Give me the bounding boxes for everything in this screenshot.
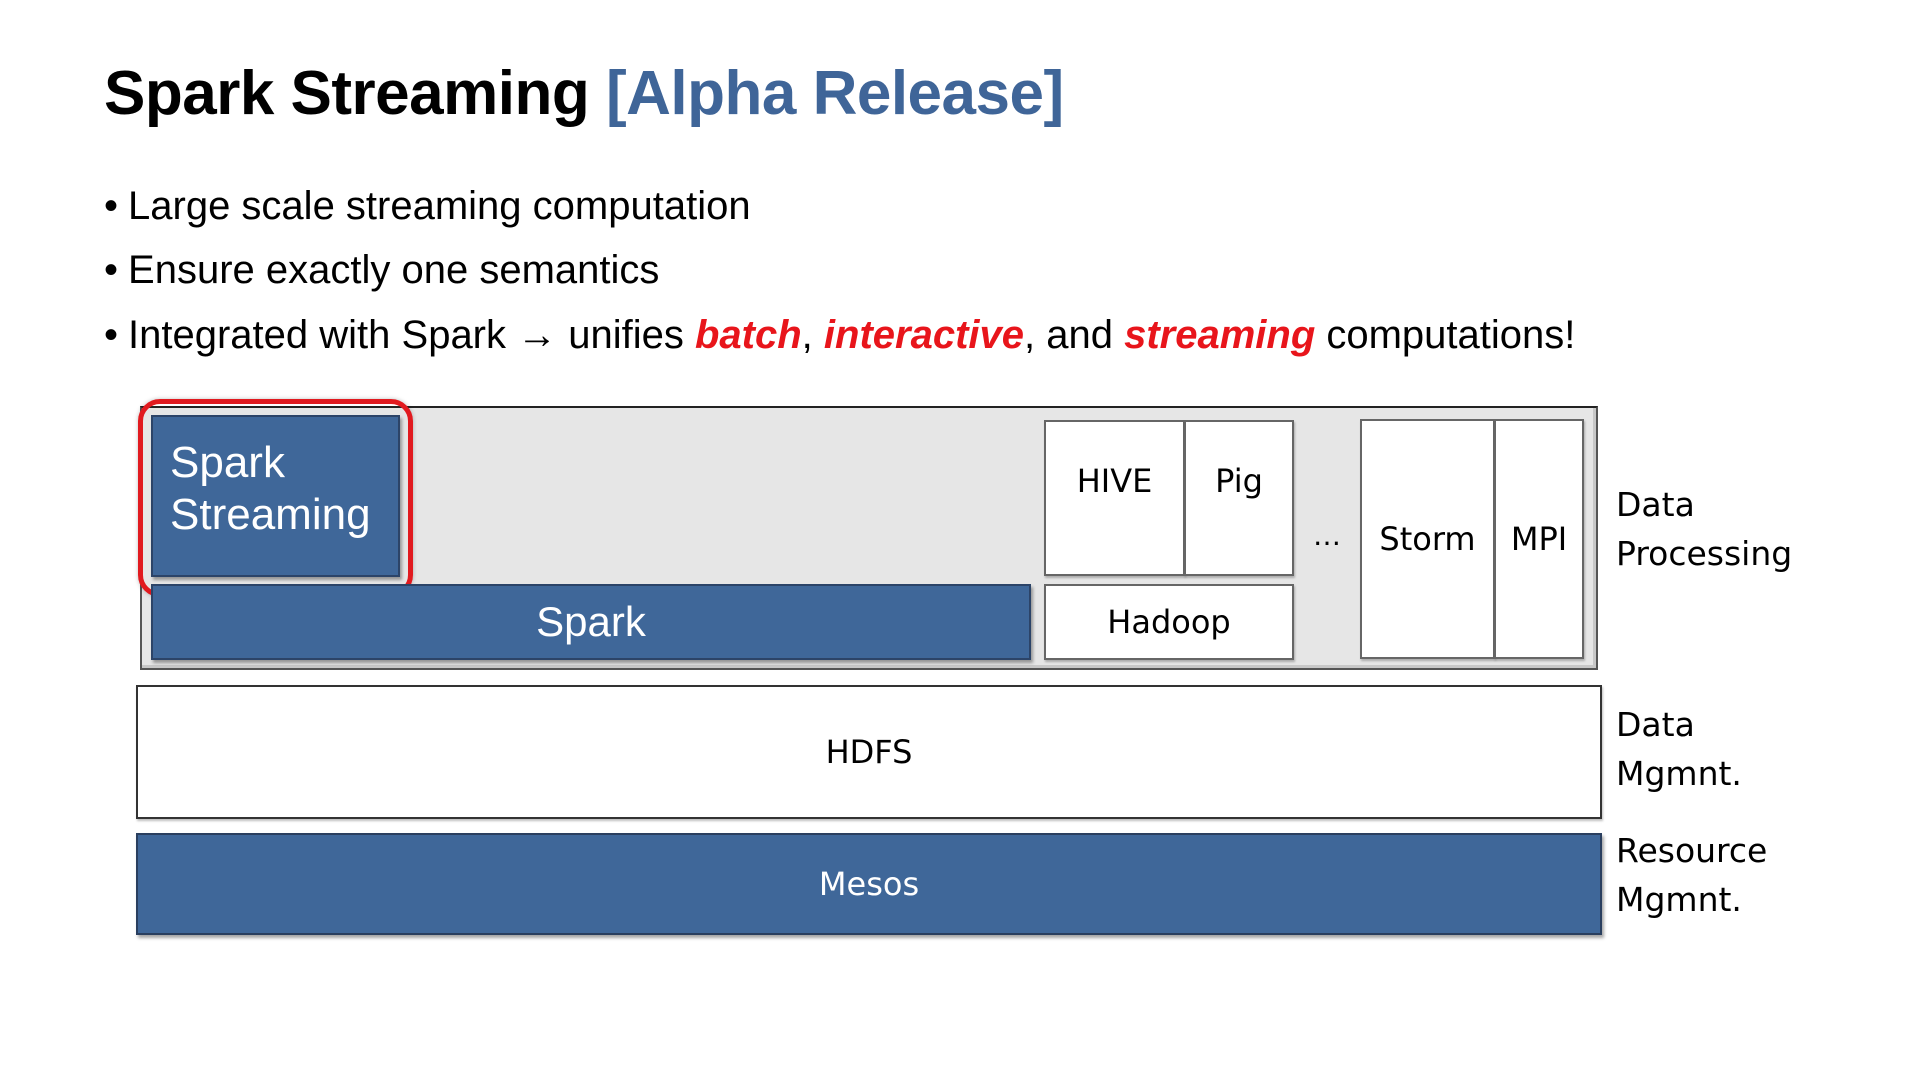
bullet-text: Large scale streaming computation — [128, 184, 751, 228]
bullet-icon: • — [104, 184, 119, 228]
hive-label: HIVE — [1076, 462, 1153, 500]
ellipsis-text: … — [1313, 518, 1341, 552]
hdfs-block: HDFS — [136, 685, 1602, 819]
bullet-text-plain: Integrated with Spark → unifies — [128, 313, 695, 357]
hadoop-block: Hadoop — [1044, 584, 1294, 660]
highlight-outline — [138, 399, 413, 597]
storm-label: Storm — [1379, 520, 1476, 558]
title-main: Spark Streaming — [104, 59, 590, 128]
ellipsis-icon: … — [1304, 515, 1350, 555]
bullet-icon: • — [104, 313, 119, 357]
layer-label-line: Data — [1616, 485, 1695, 524]
bullet-item: • Integrated with Spark → unifies batch , … — [104, 311, 1575, 359]
mpi-label: MPI — [1510, 520, 1568, 558]
title-accent: [Alpha Release] — [605, 59, 1064, 128]
mesos-block: Mesos — [136, 833, 1602, 935]
bullet-text-plain: , — [801, 313, 824, 357]
pig-label: Pig — [1215, 462, 1263, 500]
bullet-text-plain: , and — [1024, 313, 1125, 357]
bullet-text: Ensure exactly one semantics — [128, 248, 660, 292]
layer-label-line: Mgmnt. — [1616, 880, 1742, 919]
bullet-item: • Ensure exactly one semantics — [104, 246, 659, 294]
layer-label-resource-mgmnt: Resource Mgmnt. — [1616, 826, 1767, 924]
slide-title: Spark Streaming [Alpha Release] — [104, 58, 1064, 129]
spark-label: Spark — [536, 598, 646, 645]
emphasis-streaming: streaming — [1124, 313, 1316, 357]
pig-block: Pig — [1184, 420, 1294, 576]
bullet-item: • Large scale streaming computation — [104, 182, 751, 230]
mpi-block: MPI — [1494, 419, 1584, 659]
layer-label-data-processing: Data Processing — [1616, 480, 1792, 578]
layer-label-line: Data — [1616, 705, 1695, 744]
layer-label-line: Resource — [1616, 831, 1768, 870]
bullet-text-plain: computations! — [1315, 313, 1576, 357]
bullet-icon: • — [104, 248, 119, 292]
emphasis-interactive: interactive — [823, 313, 1024, 357]
mesos-label: Mesos — [818, 865, 920, 903]
hadoop-label: Hadoop — [1107, 603, 1231, 641]
hdfs-label: HDFS — [825, 733, 913, 771]
hive-block: HIVE — [1044, 420, 1185, 576]
layer-label-data-mgmnt: Data Mgmnt. — [1616, 700, 1742, 798]
storm-block: Storm — [1360, 419, 1495, 659]
layer-label-line: Processing — [1616, 534, 1793, 573]
layer-label-line: Mgmnt. — [1616, 754, 1742, 793]
emphasis-batch: batch — [694, 313, 802, 357]
spark-block: Spark — [151, 584, 1031, 660]
